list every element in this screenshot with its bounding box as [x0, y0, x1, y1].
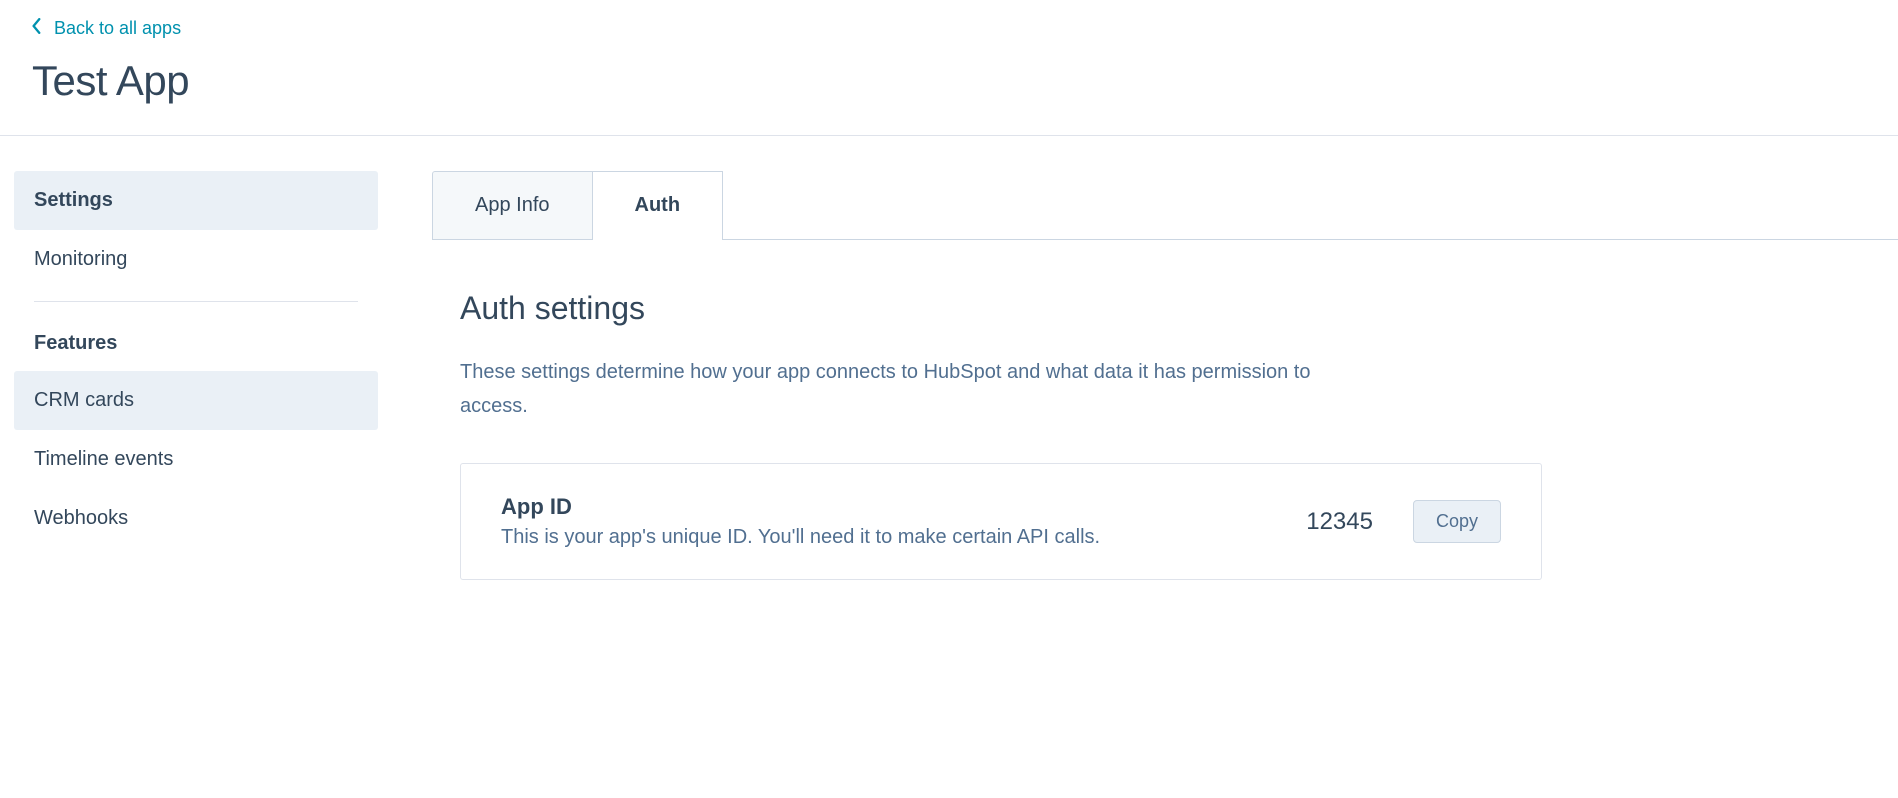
app-id-value: 12345: [1306, 508, 1373, 536]
sidebar-item-label: Monitoring: [34, 248, 127, 270]
tab-auth[interactable]: Auth: [592, 171, 724, 239]
section-title: Auth settings: [460, 290, 1898, 327]
sidebar-heading-features: Features: [14, 314, 378, 371]
sidebar-item-label: CRM cards: [34, 389, 134, 411]
card-title: App ID: [501, 494, 1266, 520]
sidebar-nav: Settings Monitoring Features CRM cards T…: [0, 171, 378, 580]
chevron-left-icon: [32, 18, 42, 39]
copy-button-label: Copy: [1436, 511, 1478, 531]
tab-label: Auth: [635, 194, 681, 216]
sidebar-divider: [34, 301, 358, 302]
sidebar-item-monitoring[interactable]: Monitoring: [14, 230, 378, 289]
card-text: App ID This is your app's unique ID. You…: [501, 494, 1266, 549]
main-content: App Info Auth Auth settings These settin…: [378, 171, 1898, 580]
sidebar-item-webhooks[interactable]: Webhooks: [14, 489, 378, 548]
back-to-apps-link[interactable]: Back to all apps: [32, 18, 181, 39]
sidebar-item-timeline-events[interactable]: Timeline events: [14, 430, 378, 489]
sidebar-item-crm-cards[interactable]: CRM cards: [14, 371, 378, 430]
card-description: This is your app's unique ID. You'll nee…: [501, 526, 1266, 549]
tab-bar: App Info Auth: [432, 171, 1898, 240]
auth-settings-section: Auth settings These settings determine h…: [432, 240, 1898, 580]
sidebar-item-label: Timeline events: [34, 448, 173, 470]
sidebar-item-label: Settings: [34, 189, 113, 211]
app-title: Test App: [32, 57, 1866, 105]
tab-label: App Info: [475, 194, 550, 216]
page-header: Back to all apps Test App: [0, 0, 1898, 136]
copy-button[interactable]: Copy: [1413, 500, 1501, 543]
tab-app-info[interactable]: App Info: [432, 171, 593, 239]
app-id-card: App ID This is your app's unique ID. You…: [460, 463, 1542, 580]
sidebar-item-label: Webhooks: [34, 507, 128, 529]
section-description: These settings determine how your app co…: [460, 355, 1340, 423]
back-link-label: Back to all apps: [54, 18, 181, 39]
sidebar-item-settings[interactable]: Settings: [14, 171, 378, 230]
